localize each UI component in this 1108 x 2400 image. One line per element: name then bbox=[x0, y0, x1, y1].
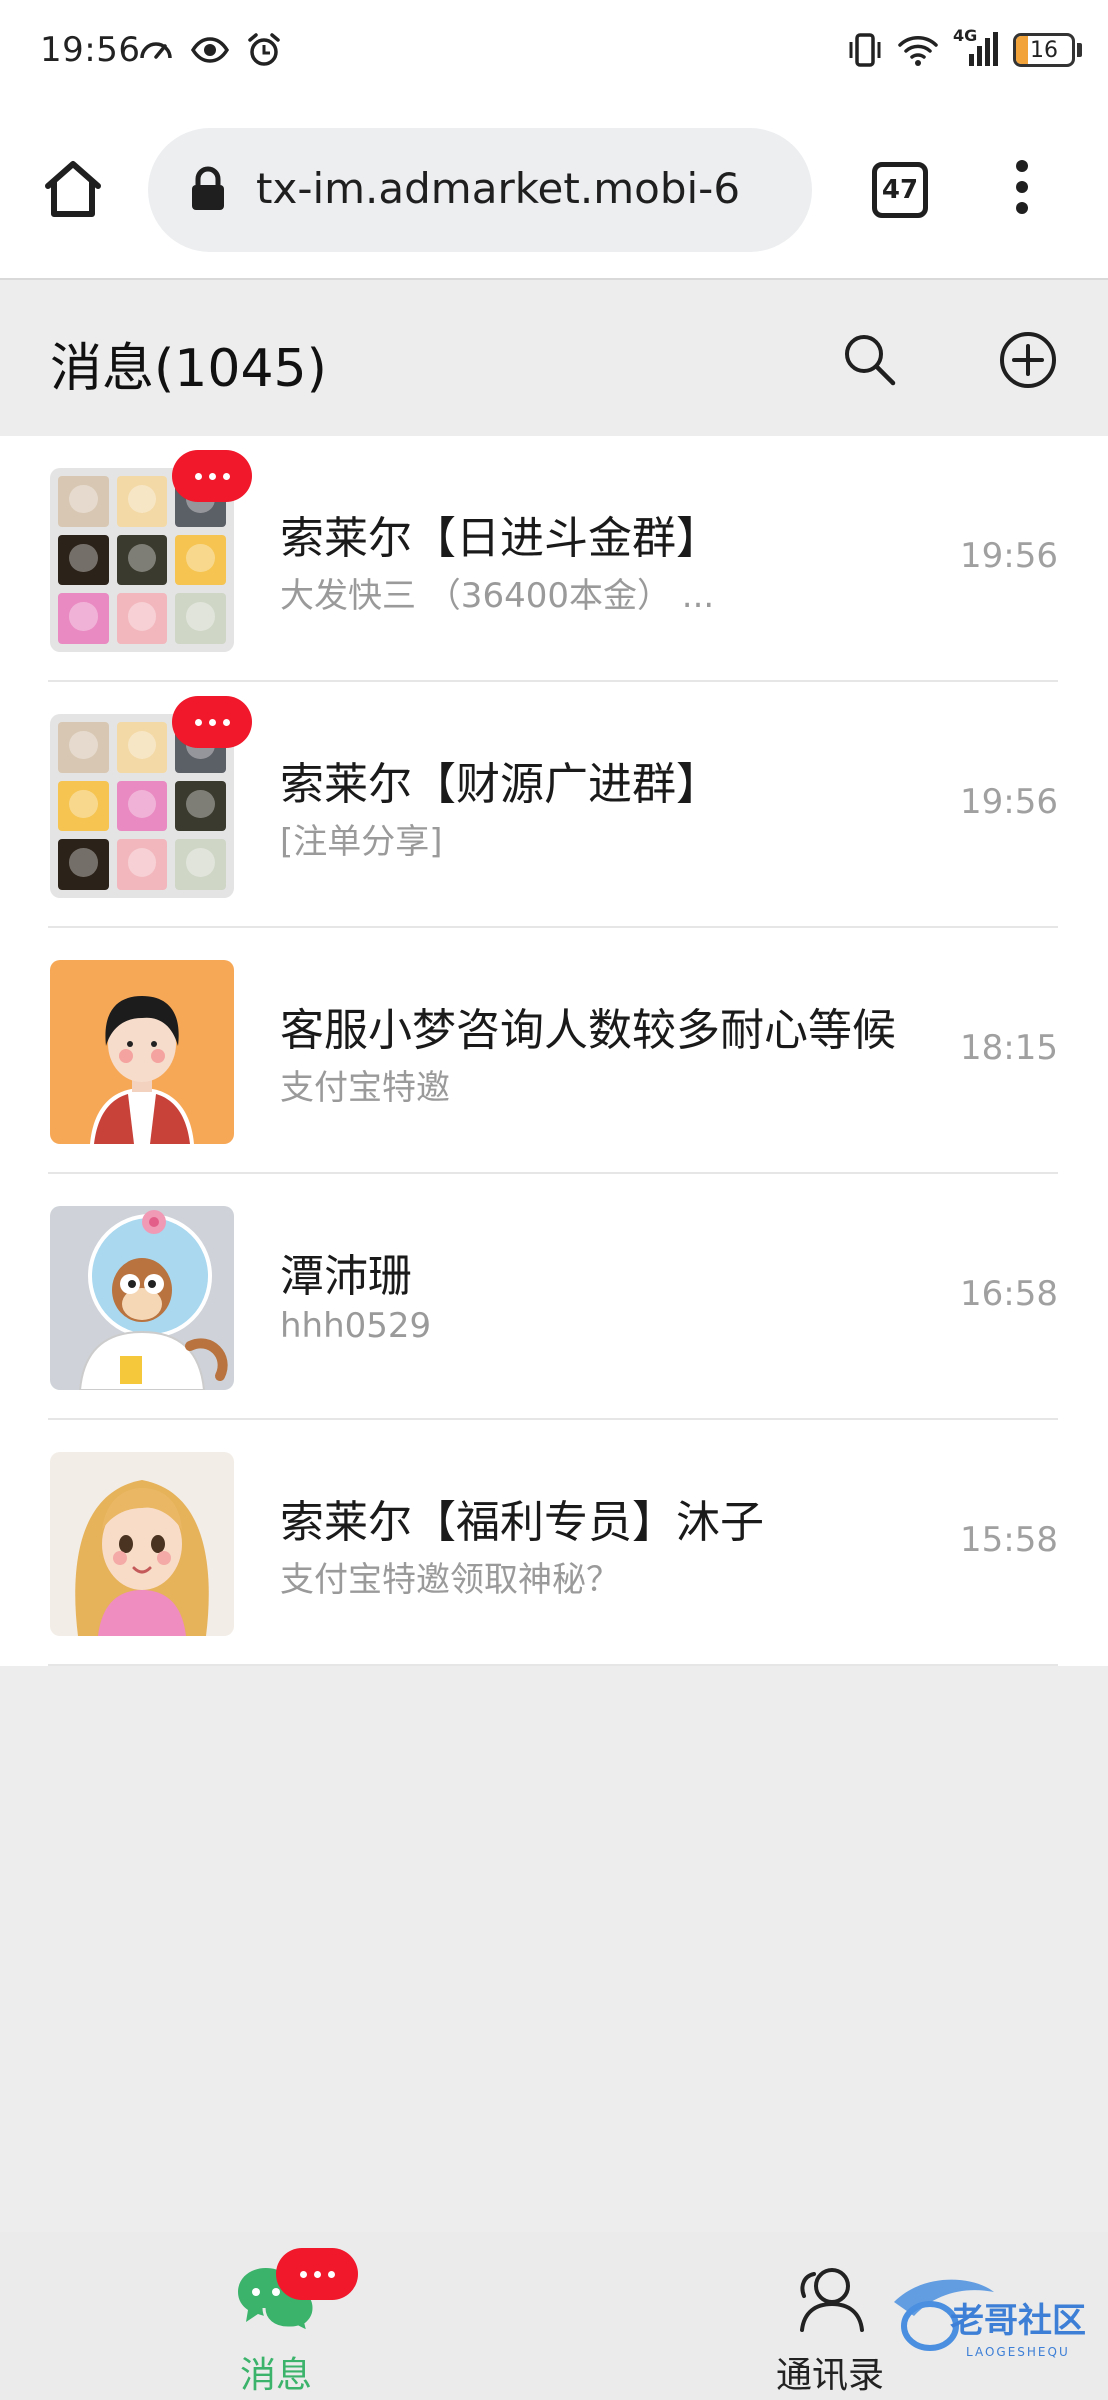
status-right-icons: 4G 16 bbox=[847, 26, 1082, 70]
chat-name: 潭沛珊 bbox=[280, 1251, 412, 1302]
app-header: 消息(1045) bbox=[0, 280, 1108, 436]
avatar bbox=[50, 1206, 234, 1390]
squirrel-astronaut-icon bbox=[78, 1210, 228, 1390]
chat-time: 15:58 bbox=[960, 1520, 1058, 1560]
chat-time: 19:56 bbox=[960, 536, 1058, 576]
chat-time: 19:56 bbox=[960, 782, 1058, 822]
chat-row[interactable]: 潭沛珊 hhh0529 16:58 bbox=[0, 1174, 1108, 1420]
chat-row[interactable]: 索莱尔【日进斗金群】 大发快三 （36400本金） ... 19:56 bbox=[0, 436, 1108, 682]
search-icon[interactable] bbox=[840, 330, 898, 388]
chat-name: 客服小梦咨询人数较多耐心等候 bbox=[280, 1005, 896, 1056]
chat-preview: 大发快三 （36400本金） ... bbox=[280, 576, 715, 616]
chat-row[interactable]: 客服小梦咨询人数较多耐心等候 支付宝特邀 18:15 bbox=[0, 928, 1108, 1174]
girl-cartoon-icon bbox=[90, 996, 194, 1144]
wifi-icon bbox=[898, 36, 938, 66]
page-title: 消息(1045) bbox=[50, 339, 327, 399]
chat-preview: [注单分享] bbox=[280, 822, 443, 862]
avatar bbox=[50, 960, 234, 1144]
nav-messages[interactable]: 消息 bbox=[176, 2232, 376, 2400]
chat-row[interactable]: 索莱尔【福利专员】沐子 支付宝特邀领取神秘？ 15:58 bbox=[0, 1420, 1108, 1666]
battery-level: 16 bbox=[1030, 37, 1058, 63]
eye-icon bbox=[190, 37, 230, 63]
unread-badge bbox=[172, 696, 252, 748]
speedometer-icon bbox=[140, 42, 172, 59]
address-bar[interactable]: 6-tx-im.admarket.mobi bbox=[148, 128, 812, 252]
add-circle-icon[interactable] bbox=[998, 330, 1058, 390]
status-time: 19:56 bbox=[40, 30, 141, 70]
chat-row[interactable]: 索莱尔【财源广进群】 [注单分享] 19:56 bbox=[0, 682, 1108, 928]
tab-switcher-button[interactable]: 47 bbox=[872, 162, 928, 218]
nav-unread-badge bbox=[276, 2248, 358, 2300]
chat-preview: hhh0529 bbox=[280, 1306, 432, 1346]
status-left-icons bbox=[136, 30, 284, 70]
unread-badge bbox=[172, 450, 252, 502]
svg-text:LAOGESHEQU: LAOGESHEQU bbox=[966, 2345, 1070, 2359]
avatar bbox=[50, 1452, 234, 1636]
browser-toolbar: 6-tx-im.admarket.mobi 47 bbox=[0, 104, 1108, 280]
svg-text:老哥社区: 老哥社区 bbox=[950, 2301, 1086, 2341]
watermark-logo: 老哥社区 LAOGESHEQU bbox=[894, 2279, 1086, 2359]
nav-messages-label: 消息 bbox=[239, 2355, 312, 2396]
home-icon[interactable] bbox=[40, 156, 106, 222]
chat-preview: 支付宝特邀领取神秘？ bbox=[280, 1560, 620, 1600]
chat-time: 18:15 bbox=[960, 1028, 1058, 1068]
battery-icon: 16 bbox=[1013, 33, 1075, 67]
chat-time: 16:58 bbox=[960, 1274, 1058, 1314]
chat-list: 索莱尔【日进斗金群】 大发快三 （36400本金） ... 19:56 索莱尔【… bbox=[0, 436, 1108, 1666]
signal-4g-icon: 4G bbox=[953, 26, 999, 70]
battery-indicator: 16 bbox=[1013, 33, 1082, 67]
more-menu-icon[interactable] bbox=[1002, 160, 1042, 220]
status-bar: 19:56 4G 16 bbox=[0, 0, 1108, 104]
chat-preview: 支付宝特邀 bbox=[280, 1068, 450, 1108]
tab-count: 47 bbox=[881, 175, 919, 205]
blonde-girl-cartoon-icon bbox=[75, 1480, 209, 1636]
url-text[interactable]: 6-tx-im.admarket.mobi bbox=[256, 164, 788, 213]
contacts-icon bbox=[800, 2268, 864, 2332]
chat-name: 索莱尔【日进斗金群】 bbox=[280, 513, 720, 564]
vibrate-icon bbox=[849, 33, 881, 67]
alarm-icon bbox=[248, 33, 280, 66]
chat-name: 索莱尔【福利专员】沐子 bbox=[280, 1497, 764, 1548]
lock-icon bbox=[192, 166, 224, 210]
chat-name: 索莱尔【财源广进群】 bbox=[280, 759, 720, 810]
